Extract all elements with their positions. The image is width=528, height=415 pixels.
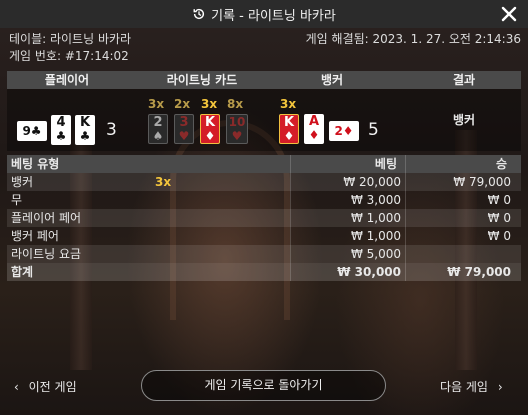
bets-table: 베팅 유형 베팅 승 뱅커 3x ₩ 20,000 ₩ 79,000 무 ₩ 3… bbox=[7, 155, 521, 281]
banker-card: 2♦ bbox=[329, 121, 359, 141]
history-panel: 기록 - 라이트닝 바카라 테이블: 라이트닝 바카라 게임 해결됨: 2023… bbox=[0, 0, 528, 415]
bet-type-header: 베팅 유형 bbox=[11, 157, 60, 171]
bet-multiplier: 3x bbox=[155, 175, 172, 189]
prev-game-button[interactable]: ‹ 이전 게임 bbox=[14, 378, 77, 395]
game-info: 테이블: 라이트닝 바카라 게임 해결됨: 2023. 1. 27. 오전 2:… bbox=[9, 31, 521, 65]
result-value: 뱅커 bbox=[452, 113, 476, 127]
table-row: 무 ₩ 3,000 ₩ 0 bbox=[11, 193, 511, 207]
table-row: 라이트닝 요금 ₩ 5,000 bbox=[7, 245, 521, 263]
lightning-card: K ♦ bbox=[200, 114, 220, 144]
title-text: 기록 - 라이트닝 바카라 bbox=[211, 8, 336, 24]
lightning-multiplier: 3x bbox=[148, 97, 165, 111]
lightning-multiplier: 2x bbox=[174, 97, 191, 111]
total-row: 합계 ₩ 30,000 ₩ 79,000 bbox=[7, 263, 521, 281]
title-bar: 기록 - 라이트닝 바카라 bbox=[0, 0, 528, 28]
close-icon[interactable] bbox=[500, 5, 518, 23]
chevron-right-icon: › bbox=[497, 380, 503, 394]
next-game-button[interactable]: 다음 게임 › bbox=[440, 378, 503, 395]
player-card: K ♣ bbox=[75, 115, 95, 145]
lightning-multiplier: 8x bbox=[227, 97, 244, 111]
bets-header-row: 베팅 유형 베팅 승 bbox=[7, 155, 521, 173]
column-divider bbox=[405, 155, 406, 281]
lightning-multiplier: 3x bbox=[201, 97, 218, 111]
lightning-card: 3 ♥ bbox=[174, 114, 194, 144]
lightning-card: 2 ♠ bbox=[148, 114, 168, 144]
banker-score: 5 bbox=[368, 120, 379, 140]
chevron-left-icon: ‹ bbox=[14, 380, 19, 394]
hand-body: 9♣ 4 ♣ K ♣ 3 3x 2x 3x 8x 2 ♠ 3 ♥ K ♦ 10 … bbox=[7, 89, 521, 151]
player-header: 플레이어 bbox=[44, 73, 90, 87]
banker-header: 뱅커 bbox=[320, 73, 344, 87]
column-divider bbox=[290, 155, 291, 281]
win-header: 승 bbox=[495, 157, 507, 171]
table-row: 뱅커 3x ₩ 20,000 ₩ 79,000 bbox=[7, 173, 521, 191]
bet-header: 베팅 bbox=[374, 157, 397, 171]
table-row: 뱅커 페어 ₩ 1,000 ₩ 0 bbox=[11, 229, 511, 243]
game-id-label: 게임 번호: #17:14:02 bbox=[9, 49, 129, 63]
lightning-card: 10 ♥ bbox=[226, 114, 248, 144]
banker-card: K ♦ bbox=[279, 114, 299, 144]
banker-card: A ♦ bbox=[304, 114, 324, 144]
history-icon bbox=[193, 8, 205, 20]
table-row: 플레이어 페어 ₩ 1,000 ₩ 0 bbox=[7, 209, 521, 227]
player-score: 3 bbox=[106, 120, 117, 140]
banker-multiplier: 3x bbox=[280, 97, 297, 111]
result-header: 결과 bbox=[452, 73, 476, 87]
footer-nav: ‹ 이전 게임 게임 기록으로 돌아가기 다음 게임 › bbox=[0, 370, 528, 402]
hand-header: 플레이어 라이트닝 카드 뱅커 결과 bbox=[7, 71, 521, 89]
player-card: 4 ♣ bbox=[51, 115, 71, 145]
resolved-label: 게임 해결됨: 2023. 1. 27. 오전 2:14:36 bbox=[305, 32, 521, 46]
back-to-history-button[interactable]: 게임 기록으로 돌아가기 bbox=[141, 370, 386, 401]
player-card: 9♣ bbox=[17, 121, 47, 141]
table-label: 테이블: 라이트닝 바카라 bbox=[9, 32, 132, 46]
lightning-cards-header: 라이트닝 카드 bbox=[166, 73, 238, 87]
